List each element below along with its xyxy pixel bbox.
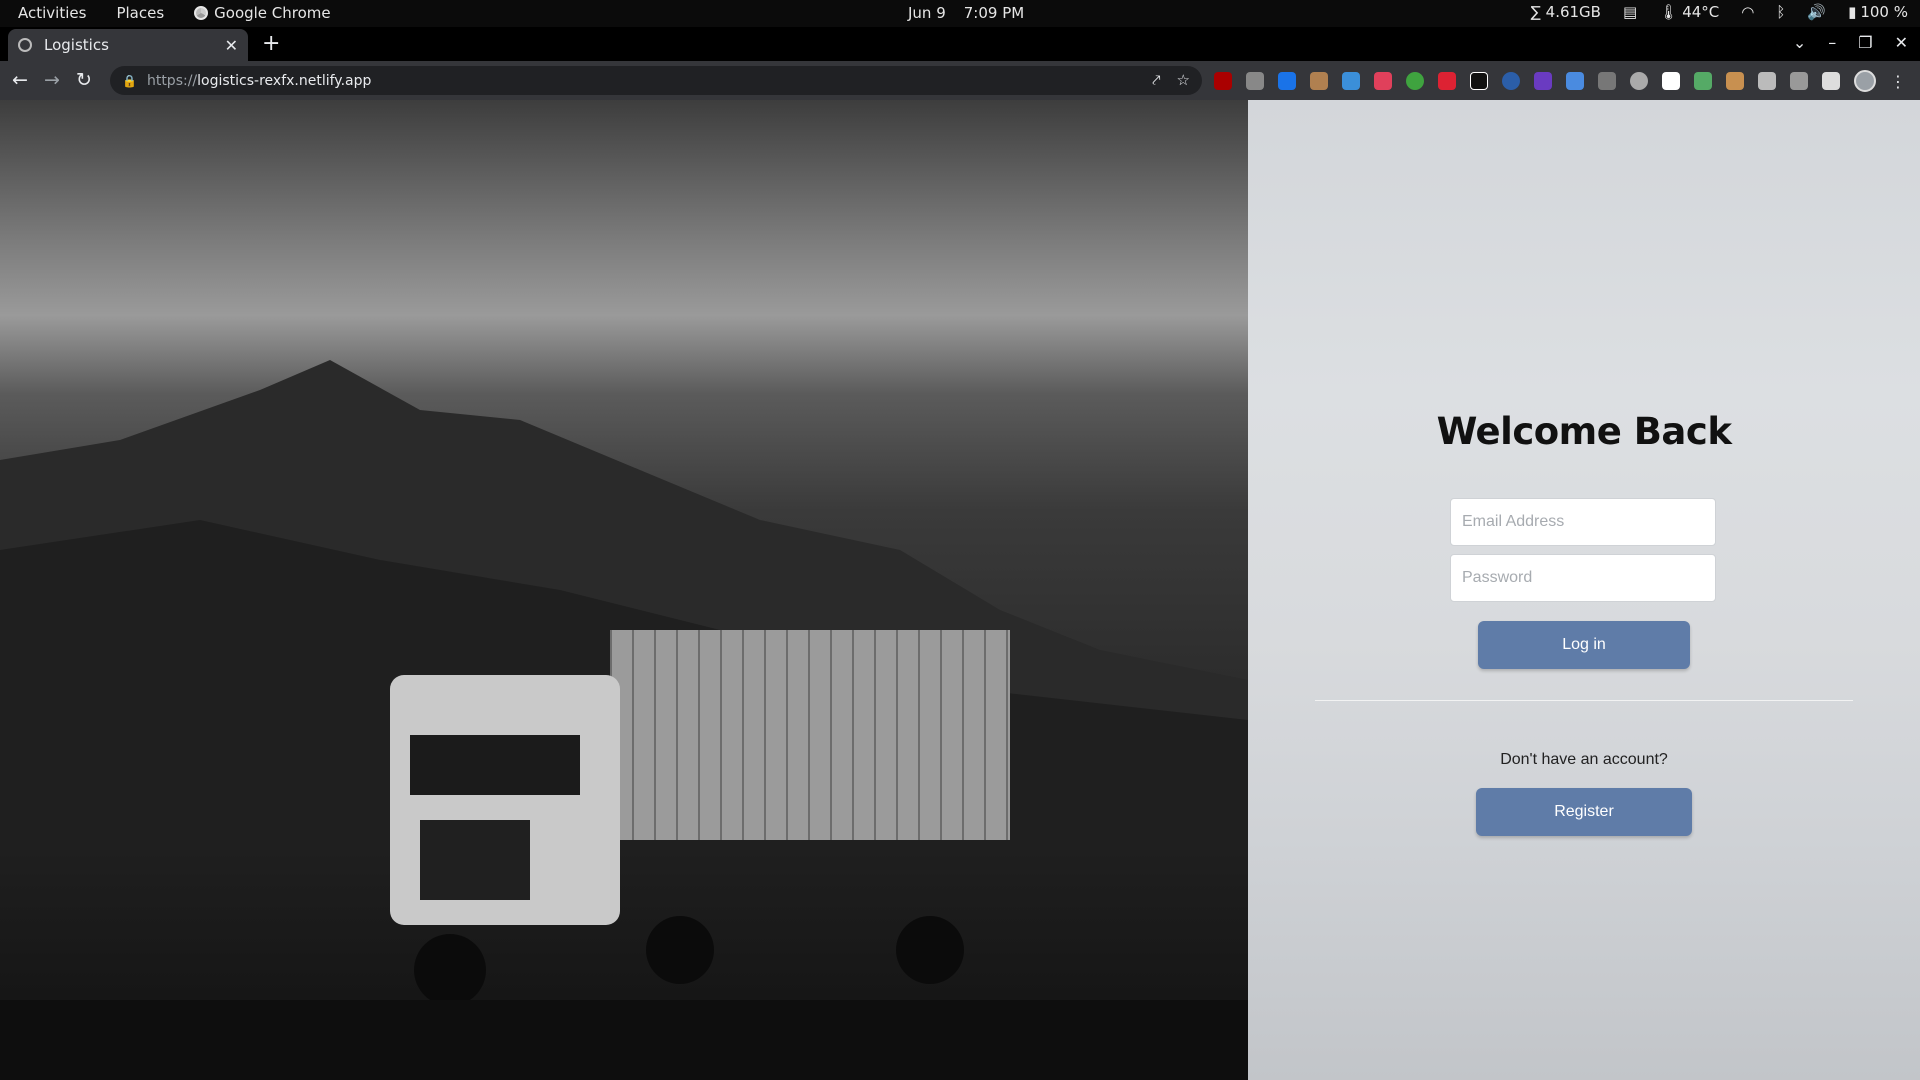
minimize-icon[interactable]: – [1828,33,1836,52]
reload-icon[interactable]: ↻ [76,69,92,91]
bookmark-star-icon[interactable]: ☆ [1177,71,1190,89]
system-top-bar: Activities Places Google Chrome Jun 9 7:… [0,0,1920,27]
reading-list-icon[interactable] [1790,72,1808,90]
chrome-icon [194,6,209,20]
extension-icon[interactable] [1598,72,1616,90]
battery-icon: ▮ [1848,3,1857,21]
clock-date: Jun 9 [908,4,946,22]
browser-toolbar: ← → ↻ 🔒 https:// logistics-rexfx.netlify… [0,61,1920,100]
divider [1315,700,1853,701]
extension-icon[interactable] [1662,72,1680,90]
url-host: logistics-rexfx.netlify.app [197,72,372,89]
clock[interactable]: Jun 9 7:09 PM [908,4,1024,22]
clipboard-icon[interactable]: ▤ [1623,3,1637,21]
truck-image [390,630,1010,1006]
tab-title: Logistics [44,36,109,54]
chrome-menu-icon[interactable]: ⋮ [1890,72,1906,91]
close-tab-icon[interactable]: ✕ [225,36,238,55]
extension-icon[interactable] [1246,72,1264,90]
app-menu[interactable]: Google Chrome [194,4,331,22]
hero-image [0,100,1248,1080]
maximize-icon[interactable]: ❐ [1858,33,1872,52]
temperature-value: 44°C [1682,3,1720,21]
bluetooth-icon[interactable]: ᛒ [1776,3,1785,21]
translate-icon[interactable] [1566,72,1584,90]
close-window-icon[interactable]: ✕ [1895,33,1908,52]
clock-time: 7:09 PM [963,4,1025,22]
puzzle-icon[interactable] [1758,72,1776,90]
profile-avatar[interactable] [1854,70,1876,92]
extension-icon[interactable] [1534,72,1552,90]
forward-icon[interactable]: → [44,69,60,91]
no-account-text: Don't have an account? [1500,751,1668,768]
password-field[interactable] [1450,554,1716,602]
extension-icon[interactable] [1694,72,1712,90]
tab-strip: Logistics ✕ + ⌄ – ❐ ✕ [0,27,1920,61]
extensions-bar: ⋮ [1214,70,1906,92]
react-devtools-icon[interactable] [1502,72,1520,90]
extension-icon[interactable] [1278,72,1296,90]
memory-indicator[interactable]: ∑ 4.61GB [1531,3,1601,21]
app-menu-label: Google Chrome [214,4,331,22]
extension-icon[interactable] [1438,72,1456,90]
login-panel: Welcome Back Log in Don't have an accoun… [1248,100,1920,1080]
globe-icon [18,38,32,52]
extension-icon[interactable] [1342,72,1360,90]
side-panel-icon[interactable] [1822,72,1840,90]
road [0,1000,1248,1080]
wifi-icon[interactable]: ◠ [1741,3,1754,21]
address-bar[interactable]: 🔒 https:// logistics-rexfx.netlify.app ⤤… [110,66,1202,95]
lock-icon[interactable]: 🔒 [122,74,137,88]
url-protocol: https:// [146,72,198,89]
battery-indicator[interactable]: ▮ 100 % [1848,3,1908,21]
extension-icon[interactable] [1630,72,1648,90]
tab-search-icon[interactable]: ⌄ [1793,33,1806,52]
register-button[interactable]: Register [1476,788,1692,836]
activities-button[interactable]: Activities [18,4,86,22]
places-menu[interactable]: Places [116,4,164,22]
battery-value: 100 % [1860,3,1908,21]
new-tab-button[interactable]: + [262,31,280,56]
login-button[interactable]: Log in [1478,621,1690,669]
page-viewport: Welcome Back Log in Don't have an accoun… [0,100,1920,1080]
thermometer-icon: 🌡 [1659,3,1679,21]
share-icon[interactable]: ⤤ [1152,71,1160,89]
extension-icon[interactable] [1406,72,1424,90]
play-icon[interactable] [1470,72,1488,90]
email-field[interactable] [1450,498,1716,546]
extension-icon[interactable] [1726,72,1744,90]
back-icon[interactable]: ← [12,69,28,91]
tab-logistics[interactable]: Logistics ✕ [8,29,248,61]
volume-icon[interactable]: 🔊 [1807,3,1826,21]
pocket-icon[interactable] [1374,72,1392,90]
ublock-icon[interactable] [1214,72,1232,90]
temperature-indicator[interactable]: 🌡 44°C [1659,3,1719,21]
page-title: Welcome Back [1436,410,1732,453]
extension-icon[interactable] [1310,72,1328,90]
